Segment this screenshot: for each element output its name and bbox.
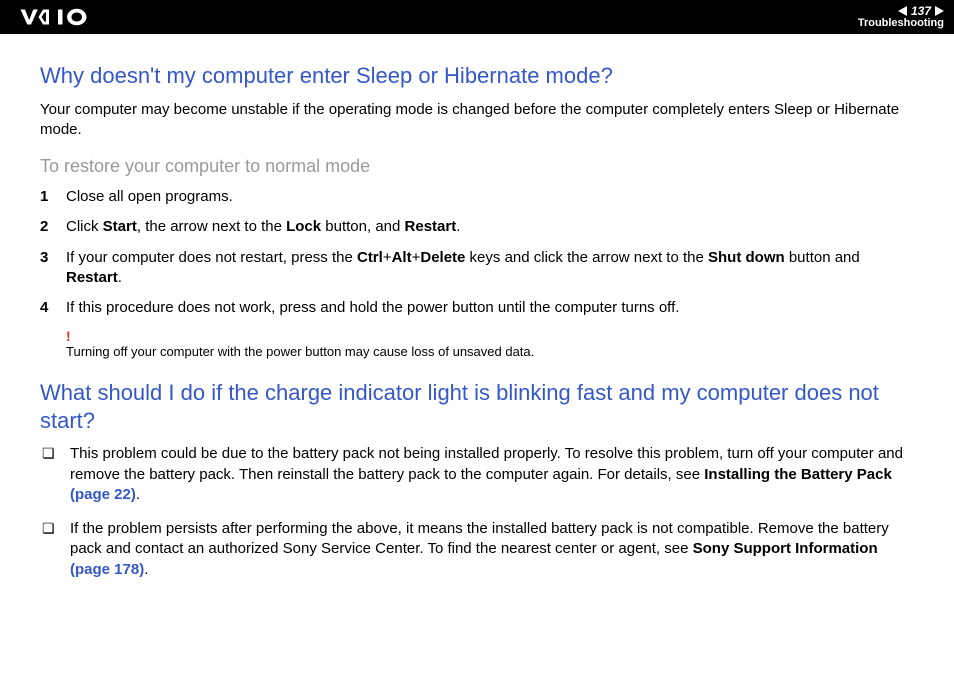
step-item: 1 Close all open programs.	[40, 187, 914, 207]
question-1-subhead: To restore your computer to normal mode	[40, 156, 914, 177]
step-number: 1	[40, 187, 48, 207]
step-text: Close all open programs.	[66, 188, 233, 205]
page-link[interactable]: (page 22)	[70, 486, 136, 503]
warning-note: ! Turning off your computer with the pow…	[66, 328, 914, 359]
question-1-title: Why doesn't my computer enter Sleep or H…	[40, 62, 914, 90]
question-2-title: What should I do if the charge indicator…	[40, 379, 914, 434]
page-number: 137	[911, 5, 931, 17]
bullet-list: This problem could be due to the battery…	[40, 444, 914, 580]
step-text: If this procedure does not work, press a…	[66, 299, 679, 316]
warning-icon: !	[66, 328, 914, 344]
nav-next-icon[interactable]	[935, 6, 944, 16]
bullet-item: This problem could be due to the battery…	[40, 444, 914, 505]
page-root: 137 Troubleshooting Why doesn't my compu…	[0, 0, 954, 674]
page-link[interactable]: (page 178)	[70, 561, 144, 578]
nav-prev-icon[interactable]	[898, 6, 907, 16]
step-number: 4	[40, 298, 48, 318]
header-bar: 137 Troubleshooting	[0, 0, 954, 34]
header-right: 137 Troubleshooting	[858, 5, 944, 29]
steps-list: 1 Close all open programs. 2 Click Start…	[40, 187, 914, 318]
content-area: Why doesn't my computer enter Sleep or H…	[0, 34, 954, 614]
section-title: Troubleshooting	[858, 18, 944, 29]
step-text: Click Start, the arrow next to the Lock …	[66, 218, 460, 235]
step-item: 4 If this procedure does not work, press…	[40, 298, 914, 318]
step-text: If your computer does not restart, press…	[66, 249, 860, 286]
step-item: 2 Click Start, the arrow next to the Loc…	[40, 217, 914, 237]
vaio-logo	[18, 8, 128, 26]
bullet-item: If the problem persists after performing…	[40, 519, 914, 580]
step-number: 3	[40, 248, 48, 268]
step-item: 3 If your computer does not restart, pre…	[40, 248, 914, 289]
question-1-intro: Your computer may become unstable if the…	[40, 100, 914, 141]
step-number: 2	[40, 217, 48, 237]
warning-text: Turning off your computer with the power…	[66, 344, 534, 359]
